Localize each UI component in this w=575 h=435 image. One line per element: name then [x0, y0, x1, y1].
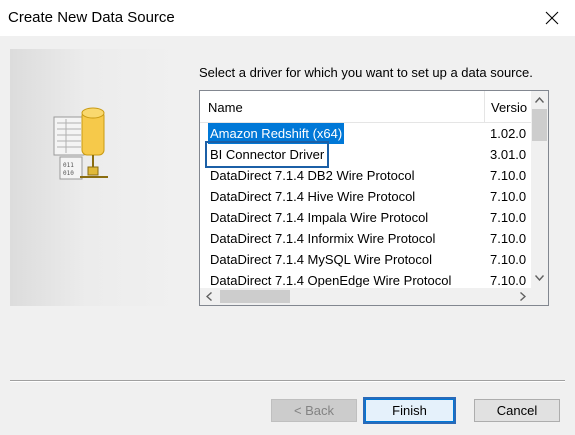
finish-button[interactable]: Finish	[365, 399, 454, 422]
scroll-up-button[interactable]	[531, 91, 548, 108]
driver-name: DataDirect 7.1.4 OpenEdge Wire Protocol	[210, 273, 452, 287]
driver-row-db2[interactable]: DataDirect 7.1.4 DB2 Wire Protocol 7.10.…	[200, 165, 531, 186]
title-bar: Create New Data Source	[0, 0, 575, 36]
database-icon: 011 010	[53, 107, 108, 180]
footer-divider	[10, 380, 565, 382]
driver-row-impala[interactable]: DataDirect 7.1.4 Impala Wire Protocol 7.…	[200, 207, 531, 228]
driver-version: 7.10.0	[490, 273, 527, 287]
driver-name: DataDirect 7.1.4 Impala Wire Protocol	[210, 210, 429, 225]
driver-version: 1.02.0	[490, 126, 527, 141]
driver-rows: Amazon Redshift (x64) 1.02.0 BI Connecto…	[200, 123, 531, 287]
scroll-down-button[interactable]	[531, 269, 548, 286]
driver-version: 7.10.0	[490, 168, 527, 183]
driver-version: 3.01.0	[490, 147, 527, 162]
driver-row-openedge[interactable]: DataDirect 7.1.4 OpenEdge Wire Protocol …	[200, 270, 531, 287]
driver-row-bi-connector[interactable]: BI Connector Driver 3.01.0	[200, 141, 531, 168]
svg-text:011: 011	[63, 162, 74, 169]
close-icon	[545, 11, 559, 25]
column-divider[interactable]	[484, 91, 485, 122]
horizontal-scrollbar[interactable]	[200, 288, 531, 305]
driver-version: 7.10.0	[490, 210, 527, 225]
scroll-left-button[interactable]	[200, 288, 217, 305]
wizard-graphic-panel: 011 010	[10, 49, 180, 306]
driver-version: 7.10.0	[490, 231, 527, 246]
driver-row-mysql[interactable]: DataDirect 7.1.4 MySQL Wire Protocol 7.1…	[200, 249, 531, 270]
column-header-name[interactable]: Name	[208, 100, 243, 115]
driver-name: DataDirect 7.1.4 MySQL Wire Protocol	[210, 252, 433, 267]
driver-row-informix[interactable]: DataDirect 7.1.4 Informix Wire Protocol …	[200, 228, 531, 249]
scroll-right-button[interactable]	[514, 288, 531, 305]
svg-text:010: 010	[63, 170, 74, 177]
dialog-body: 011 010 Select a driver for which you wa…	[0, 36, 575, 435]
driver-version: 7.10.0	[490, 189, 527, 204]
chevron-left-icon	[205, 292, 212, 301]
driver-row-hive[interactable]: DataDirect 7.1.4 Hive Wire Protocol 7.10…	[200, 186, 531, 207]
horizontal-scroll-thumb[interactable]	[220, 290, 290, 303]
column-header-version[interactable]: Versio	[491, 100, 527, 115]
driver-list[interactable]: Name Versio Amazon Redshift (x64) 1.02.0…	[199, 90, 549, 306]
driver-row-amazon-redshift[interactable]: Amazon Redshift (x64) 1.02.0	[200, 123, 531, 144]
instruction-text: Select a driver for which you want to se…	[199, 65, 533, 80]
cancel-button[interactable]: Cancel	[474, 399, 560, 422]
back-button[interactable]: < Back	[271, 399, 357, 422]
list-header: Name Versio	[200, 91, 531, 123]
chevron-up-icon	[535, 96, 544, 103]
vertical-scroll-thumb[interactable]	[532, 109, 547, 141]
chevron-down-icon	[535, 274, 544, 281]
driver-version: 7.10.0	[490, 252, 527, 267]
driver-name: DataDirect 7.1.4 Informix Wire Protocol	[210, 231, 436, 246]
vertical-scrollbar[interactable]	[531, 91, 548, 288]
driver-name: DataDirect 7.1.4 Hive Wire Protocol	[210, 189, 416, 204]
driver-name: DataDirect 7.1.4 DB2 Wire Protocol	[210, 168, 415, 183]
close-button[interactable]	[529, 0, 575, 36]
window-title: Create New Data Source	[8, 9, 175, 26]
chevron-right-icon	[519, 292, 526, 301]
driver-name: Amazon Redshift (x64)	[208, 123, 345, 144]
scrollbar-corner	[531, 288, 548, 305]
driver-name: BI Connector Driver	[204, 141, 330, 168]
